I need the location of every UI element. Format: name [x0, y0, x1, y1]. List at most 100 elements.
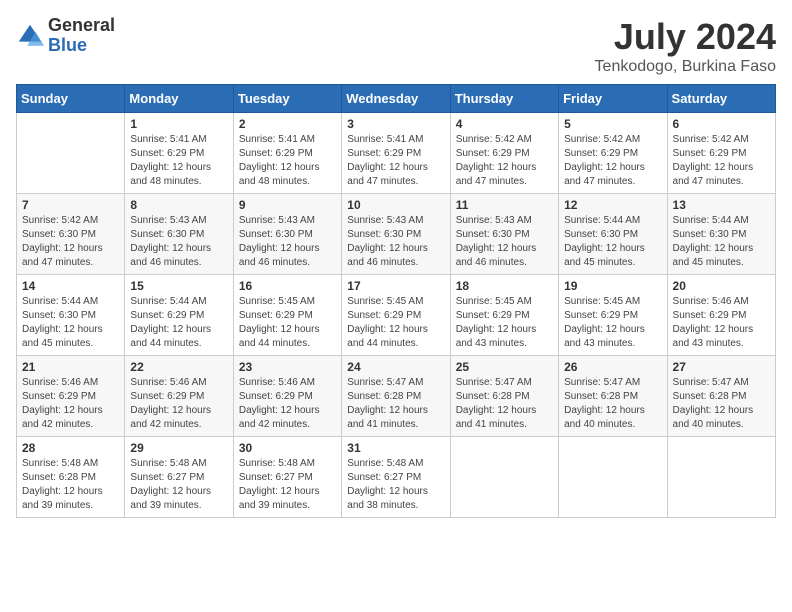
- calendar-header-row: SundayMondayTuesdayWednesdayThursdayFrid…: [17, 85, 776, 113]
- day-info: Sunrise: 5:41 AM Sunset: 6:29 PM Dayligh…: [239, 133, 336, 189]
- day-info: Sunrise: 5:48 AM Sunset: 6:27 PM Dayligh…: [347, 457, 444, 513]
- day-number: 20: [673, 279, 770, 293]
- day-number: 14: [22, 279, 119, 293]
- calendar-cell: 30 Sunrise: 5:48 AM Sunset: 6:27 PM Dayli…: [233, 437, 341, 518]
- calendar-week-2: 7Sunrise: 5:42 AM Sunset: 6:30 PM Daylig…: [17, 194, 776, 275]
- day-number: 24: [347, 360, 444, 374]
- day-info: Sunrise: 5:48 AM Sunset: 6:27 PM Dayligh…: [239, 457, 336, 513]
- day-header-wednesday: Wednesday: [342, 85, 450, 113]
- calendar-cell: 8 Sunrise: 5:43 AM Sunset: 6:30 PM Daylig…: [125, 194, 233, 275]
- day-number: 16: [239, 279, 336, 293]
- day-header-monday: Monday: [125, 85, 233, 113]
- calendar-table: SundayMondayTuesdayWednesdayThursdayFrid…: [16, 84, 776, 518]
- logo: General Blue: [16, 16, 115, 56]
- day-number: 18: [456, 279, 553, 293]
- day-info: Sunrise: 5:43 AM Sunset: 6:30 PM Dayligh…: [239, 214, 336, 270]
- day-number: 15: [130, 279, 227, 293]
- day-info: Sunrise: 5:41 AM Sunset: 6:29 PM Dayligh…: [130, 133, 227, 189]
- day-info: Sunrise: 5:46 AM Sunset: 6:29 PM Dayligh…: [22, 376, 119, 432]
- day-header-thursday: Thursday: [450, 85, 558, 113]
- day-info: Sunrise: 5:45 AM Sunset: 6:29 PM Dayligh…: [239, 295, 336, 351]
- day-info: Sunrise: 5:44 AM Sunset: 6:30 PM Dayligh…: [22, 295, 119, 351]
- calendar-cell: 20 Sunrise: 5:46 AM Sunset: 6:29 PM Dayli…: [667, 275, 775, 356]
- day-info: Sunrise: 5:44 AM Sunset: 6:29 PM Dayligh…: [130, 295, 227, 351]
- day-info: Sunrise: 5:46 AM Sunset: 6:29 PM Dayligh…: [673, 295, 770, 351]
- calendar-cell: 14 Sunrise: 5:44 AM Sunset: 6:30 PM Dayli…: [17, 275, 125, 356]
- calendar-cell: 17 Sunrise: 5:45 AM Sunset: 6:29 PM Dayli…: [342, 275, 450, 356]
- day-info: Sunrise: 5:46 AM Sunset: 6:29 PM Dayligh…: [130, 376, 227, 432]
- day-header-friday: Friday: [559, 85, 667, 113]
- calendar-cell: 5Sunrise: 5:42 AM Sunset: 6:29 PM Daylig…: [559, 113, 667, 194]
- day-number: 22: [130, 360, 227, 374]
- day-number: 29: [130, 441, 227, 455]
- header: General Blue July 2024 Tenkodogo, Burkin…: [16, 16, 776, 76]
- calendar-week-1: 1 Sunrise: 5:41 AM Sunset: 6:29 PM Daylig…: [17, 113, 776, 194]
- day-info: Sunrise: 5:42 AM Sunset: 6:29 PM Dayligh…: [673, 133, 770, 189]
- logo-icon: [16, 22, 44, 50]
- day-header-tuesday: Tuesday: [233, 85, 341, 113]
- day-info: Sunrise: 5:43 AM Sunset: 6:30 PM Dayligh…: [130, 214, 227, 270]
- day-info: Sunrise: 5:46 AM Sunset: 6:29 PM Dayligh…: [239, 376, 336, 432]
- day-number: 1: [130, 117, 227, 131]
- day-info: Sunrise: 5:48 AM Sunset: 6:28 PM Dayligh…: [22, 457, 119, 513]
- day-header-sunday: Sunday: [17, 85, 125, 113]
- calendar-cell: 28 Sunrise: 5:48 AM Sunset: 6:28 PM Dayli…: [17, 437, 125, 518]
- calendar-cell: 2 Sunrise: 5:41 AM Sunset: 6:29 PM Daylig…: [233, 113, 341, 194]
- day-info: Sunrise: 5:42 AM Sunset: 6:29 PM Dayligh…: [456, 133, 553, 189]
- day-number: 19: [564, 279, 661, 293]
- calendar-cell: 18Sunrise: 5:45 AM Sunset: 6:29 PM Dayli…: [450, 275, 558, 356]
- day-info: Sunrise: 5:43 AM Sunset: 6:30 PM Dayligh…: [347, 214, 444, 270]
- day-number: 25: [456, 360, 553, 374]
- day-info: Sunrise: 5:48 AM Sunset: 6:27 PM Dayligh…: [130, 457, 227, 513]
- calendar-cell: 9 Sunrise: 5:43 AM Sunset: 6:30 PM Daylig…: [233, 194, 341, 275]
- day-number: 28: [22, 441, 119, 455]
- calendar-cell: 26 Sunrise: 5:47 AM Sunset: 6:28 PM Dayli…: [559, 356, 667, 437]
- day-header-saturday: Saturday: [667, 85, 775, 113]
- day-number: 5: [564, 117, 661, 131]
- calendar-cell: 24 Sunrise: 5:47 AM Sunset: 6:28 PM Dayli…: [342, 356, 450, 437]
- day-number: 3: [347, 117, 444, 131]
- calendar-cell: 6Sunrise: 5:42 AM Sunset: 6:29 PM Daylig…: [667, 113, 775, 194]
- day-info: Sunrise: 5:47 AM Sunset: 6:28 PM Dayligh…: [456, 376, 553, 432]
- calendar-cell: 29 Sunrise: 5:48 AM Sunset: 6:27 PM Dayli…: [125, 437, 233, 518]
- calendar-cell: 13 Sunrise: 5:44 AM Sunset: 6:30 PM Dayli…: [667, 194, 775, 275]
- day-number: 10: [347, 198, 444, 212]
- day-number: 17: [347, 279, 444, 293]
- calendar-cell: 11Sunrise: 5:43 AM Sunset: 6:30 PM Dayli…: [450, 194, 558, 275]
- title-area: July 2024 Tenkodogo, Burkina Faso: [595, 16, 776, 76]
- day-number: 31: [347, 441, 444, 455]
- calendar-cell: 3Sunrise: 5:41 AM Sunset: 6:29 PM Daylig…: [342, 113, 450, 194]
- calendar-week-4: 21Sunrise: 5:46 AM Sunset: 6:29 PM Dayli…: [17, 356, 776, 437]
- day-number: 13: [673, 198, 770, 212]
- day-number: 27: [673, 360, 770, 374]
- day-info: Sunrise: 5:45 AM Sunset: 6:29 PM Dayligh…: [564, 295, 661, 351]
- calendar-cell: [17, 113, 125, 194]
- day-info: Sunrise: 5:47 AM Sunset: 6:28 PM Dayligh…: [347, 376, 444, 432]
- day-info: Sunrise: 5:47 AM Sunset: 6:28 PM Dayligh…: [564, 376, 661, 432]
- calendar-cell: [450, 437, 558, 518]
- calendar-cell: 21Sunrise: 5:46 AM Sunset: 6:29 PM Dayli…: [17, 356, 125, 437]
- calendar-cell: 1 Sunrise: 5:41 AM Sunset: 6:29 PM Daylig…: [125, 113, 233, 194]
- day-info: Sunrise: 5:45 AM Sunset: 6:29 PM Dayligh…: [347, 295, 444, 351]
- day-info: Sunrise: 5:42 AM Sunset: 6:30 PM Dayligh…: [22, 214, 119, 270]
- calendar-cell: 31 Sunrise: 5:48 AM Sunset: 6:27 PM Dayli…: [342, 437, 450, 518]
- day-number: 26: [564, 360, 661, 374]
- calendar-cell: 25 Sunrise: 5:47 AM Sunset: 6:28 PM Dayli…: [450, 356, 558, 437]
- day-info: Sunrise: 5:44 AM Sunset: 6:30 PM Dayligh…: [564, 214, 661, 270]
- day-number: 11: [456, 198, 553, 212]
- logo-text: General Blue: [48, 16, 115, 56]
- day-number: 9: [239, 198, 336, 212]
- calendar-cell: [667, 437, 775, 518]
- day-number: 4: [456, 117, 553, 131]
- calendar-cell: 15 Sunrise: 5:44 AM Sunset: 6:29 PM Dayli…: [125, 275, 233, 356]
- day-number: 2: [239, 117, 336, 131]
- logo-blue-text: Blue: [48, 36, 115, 56]
- day-number: 12: [564, 198, 661, 212]
- calendar-cell: 22 Sunrise: 5:46 AM Sunset: 6:29 PM Dayli…: [125, 356, 233, 437]
- calendar-cell: 12 Sunrise: 5:44 AM Sunset: 6:30 PM Dayli…: [559, 194, 667, 275]
- day-info: Sunrise: 5:44 AM Sunset: 6:30 PM Dayligh…: [673, 214, 770, 270]
- day-number: 23: [239, 360, 336, 374]
- calendar-week-3: 14 Sunrise: 5:44 AM Sunset: 6:30 PM Dayli…: [17, 275, 776, 356]
- day-number: 30: [239, 441, 336, 455]
- day-number: 8: [130, 198, 227, 212]
